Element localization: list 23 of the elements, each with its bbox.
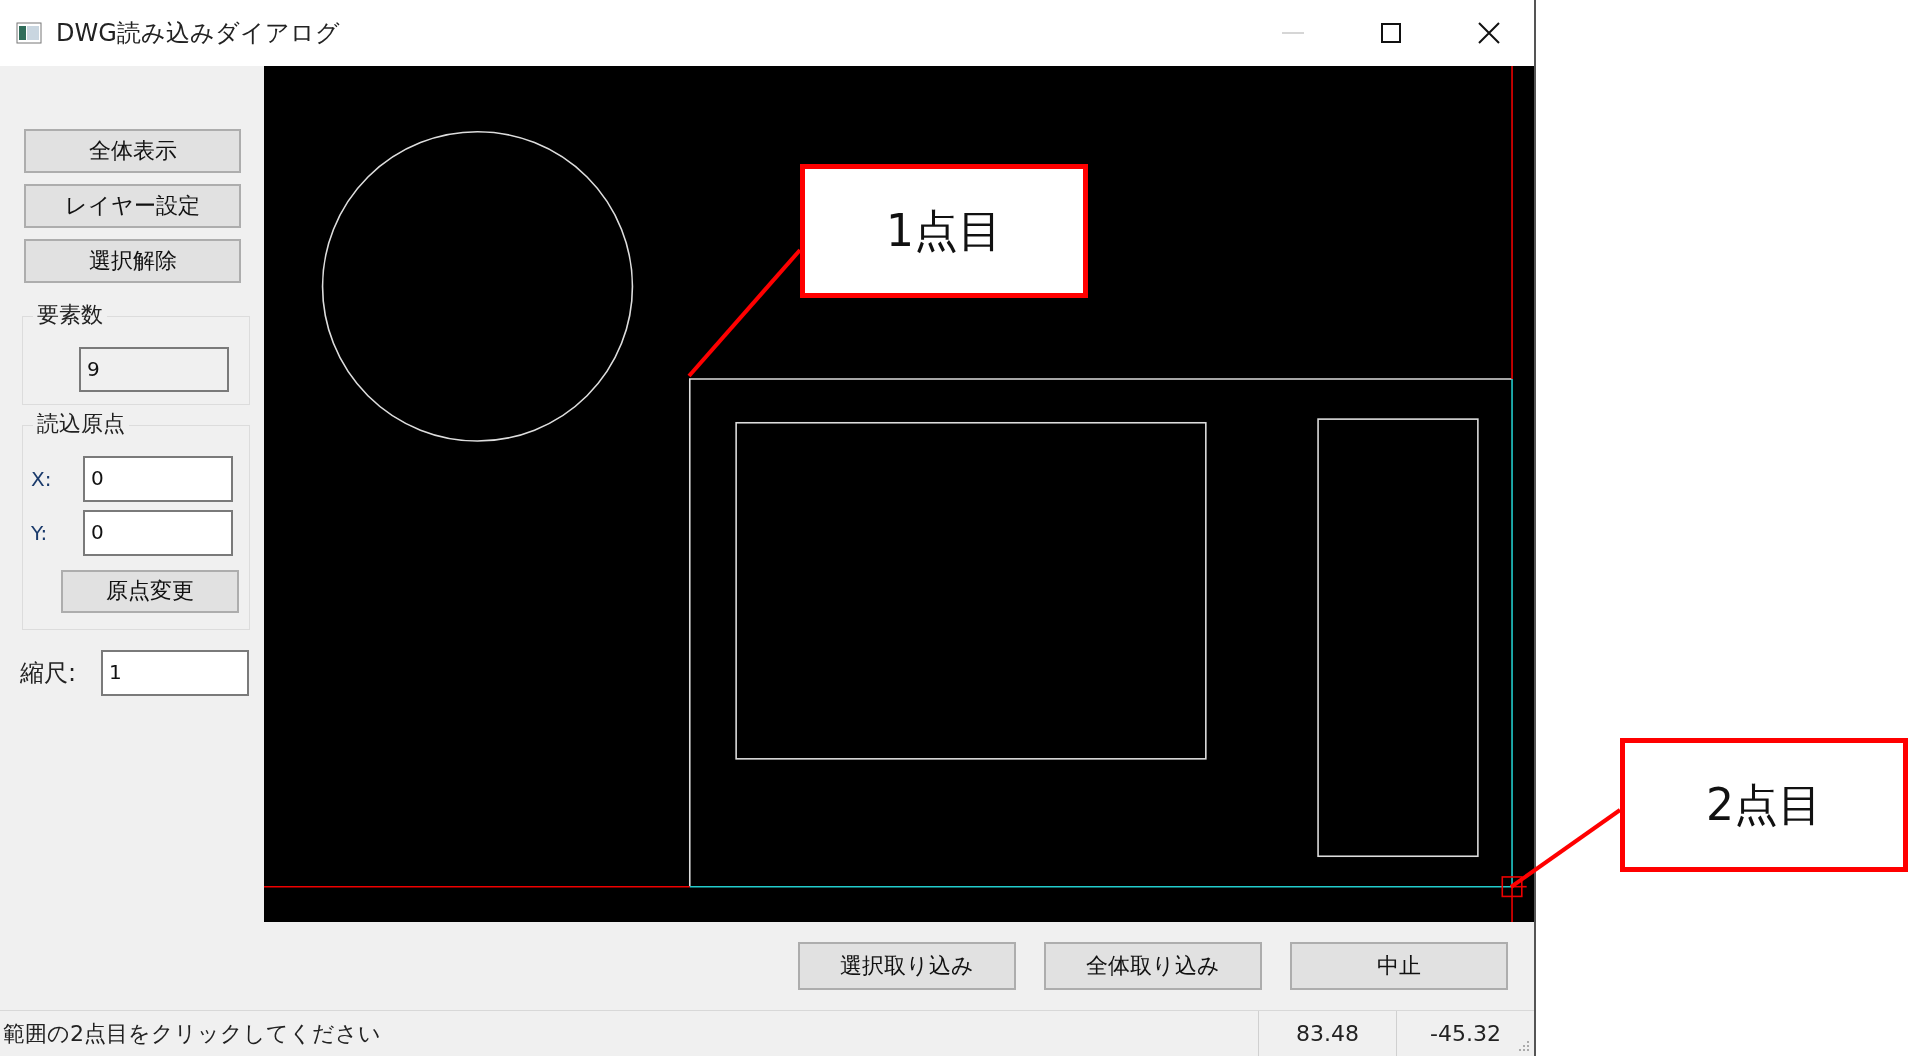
action-button[interactable]: 選択取り込み xyxy=(798,941,1016,990)
maximize-icon[interactable] xyxy=(1380,21,1402,44)
scale-field[interactable]: 1 xyxy=(101,649,249,696)
x-field[interactable]: 0 xyxy=(83,455,233,502)
sidebar-button[interactable]: 全体表示 xyxy=(24,128,241,173)
x-coordinate: 83.48 xyxy=(1258,1011,1396,1056)
close-icon[interactable] xyxy=(1478,21,1500,44)
field-label: Y: xyxy=(31,520,49,545)
action-button[interactable]: 全体取り込み xyxy=(1044,941,1262,990)
resize-grip-icon[interactable] xyxy=(1518,1040,1530,1052)
app-icon xyxy=(16,21,42,44)
field-label: 縮尺: xyxy=(20,657,78,689)
count-field: 9 xyxy=(79,346,229,392)
callout-label: 1点目 xyxy=(800,164,1088,298)
y-field[interactable]: 0 xyxy=(83,509,233,556)
window-title: DWG読み込みダイアログ xyxy=(56,17,340,49)
sidebar-button[interactable]: レイヤー設定 xyxy=(24,183,241,228)
action-button[interactable]: 中止 xyxy=(1290,941,1508,990)
sidebar-button[interactable]: 選択解除 xyxy=(24,238,241,283)
callout-label: 2点目 xyxy=(1620,738,1908,872)
status-message: 範囲の2点目をクリックしてください xyxy=(2,1019,382,1048)
field-label: X: xyxy=(31,466,53,491)
change-origin-button[interactable]: 原点変更 xyxy=(61,569,239,613)
